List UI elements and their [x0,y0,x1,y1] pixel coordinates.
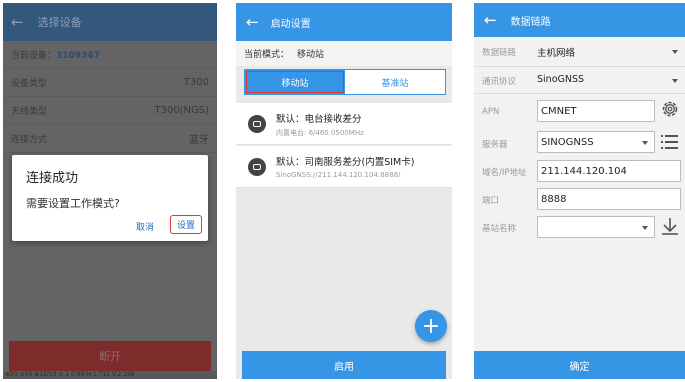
current-mode-value: 移动站 [297,50,325,60]
protocol-label: 通讯协议 [482,77,517,87]
item-subtitle: SinoGNSS://211.144.120.104:8888/ [276,171,401,179]
antenna-type-value: T300(NGS) [154,105,209,116]
apn-label: APN [482,107,500,117]
confirm-button[interactable]: 确定 [474,351,685,379]
current-device-row: 当前设备：3109347 [3,41,217,69]
tab-rover[interactable]: 移动站 [245,70,345,94]
server-value: SINOGNSS [541,136,594,148]
header-title: 启动设置 [270,18,311,30]
back-arrow-icon[interactable]: ← [246,13,259,31]
current-device-label: 当前设备： [11,51,57,61]
chevron-down-icon[interactable] [672,50,678,54]
connection-method-value: 蓝牙 [189,135,209,146]
header: ← 启动设置 [236,3,452,41]
download-icon[interactable] [660,216,680,240]
sim-card-icon [248,158,266,176]
status-bar: ⊕20 ⊙59 ⊕12/19 ⊙ 1 0.99 H:1.715 V:2.198 [3,371,217,379]
antenna-type-row[interactable]: 天线类型 T300(NGS) [3,97,217,125]
add-button[interactable]: + [415,310,447,342]
dialog-title: 连接成功 [26,171,79,186]
device-type-row[interactable]: 设备类型 T300 [3,69,217,97]
base-name-select[interactable] [537,216,655,238]
current-device-value: 3109347 [56,51,100,61]
list-item-server-diff[interactable]: 默认：司南服务差分(内置SIM卡) SinoGNSS://211.144.120… [236,146,452,188]
list-item-radio-diff[interactable]: 默认：电台接收差分 内置电台: 6/460.0500MHz [236,103,452,145]
chevron-down-icon [642,141,648,145]
server-label: 服务器 [482,140,508,150]
divider [474,66,685,67]
dialog-message: 需要设置工作模式? [26,197,120,210]
data-link-label: 数据链路 [482,48,517,58]
header: ← 数据链路 [474,3,685,37]
data-link-select[interactable]: 主机网络 [537,45,575,59]
enable-button[interactable]: 启用 [242,351,446,379]
settings-button[interactable]: 设置 [170,215,202,234]
protocol-select[interactable]: SinoGNSS [537,74,584,85]
startup-settings-screen: ← 启动设置 当前模式： 移动站 移动站 基准站 默认：电台接收差分 内置电台:… [236,3,452,379]
connection-success-dialog: 连接成功 需要设置工作模式? 取消 设置 [12,155,208,241]
back-arrow-icon[interactable]: ← [11,13,24,31]
chevron-down-icon[interactable] [672,79,678,83]
list-icon[interactable] [660,133,680,155]
port-label: 端口 [482,196,500,206]
domain-input[interactable]: 211.144.120.104 [537,160,681,182]
item-subtitle: 内置电台: 6/460.0500MHz [276,129,364,137]
divider [474,93,685,94]
domain-label: 域名/IP地址 [482,168,527,178]
item-title: 默认：司南服务差分(内置SIM卡) [276,157,415,168]
current-mode-label: 当前模式： [244,50,290,60]
antenna-type-label: 天线类型 [11,107,48,117]
header: ← 选择设备 [3,3,217,41]
data-link-screen: ← 数据链路 数据链路 主机网络 通讯协议 SinoGNSS APN CMNET… [474,3,685,379]
chevron-down-icon [642,226,648,230]
disconnect-button[interactable]: 断开 [9,341,211,371]
current-mode-row: 当前模式： 移动站 [236,41,452,66]
header-title: 选择设备 [37,16,82,29]
item-title: 默认：电台接收差分 [276,114,362,125]
port-input[interactable]: 8888 [537,188,681,210]
cancel-button[interactable]: 取消 [136,220,154,233]
device-type-label: 设备类型 [11,79,48,89]
select-device-screen: ← 选择设备 当前设备：3109347 设备类型 T300 天线类型 T300(… [3,3,217,379]
gear-icon[interactable] [660,99,680,123]
back-arrow-icon[interactable]: ← [484,11,497,29]
connection-method-label: 连接方式 [11,135,48,145]
header-title: 数据链路 [510,16,551,28]
apn-input[interactable]: CMNET [537,100,655,122]
mode-tabs: 移动站 基准站 [244,69,446,95]
connection-method-row[interactable]: 连接方式 蓝牙 [3,125,217,153]
device-type-value: T300 [183,77,209,88]
server-select[interactable]: SINOGNSS [537,131,655,153]
base-name-label: 基站名称 [482,224,517,234]
tab-base[interactable]: 基准站 [345,70,445,94]
radio-icon [248,115,266,133]
